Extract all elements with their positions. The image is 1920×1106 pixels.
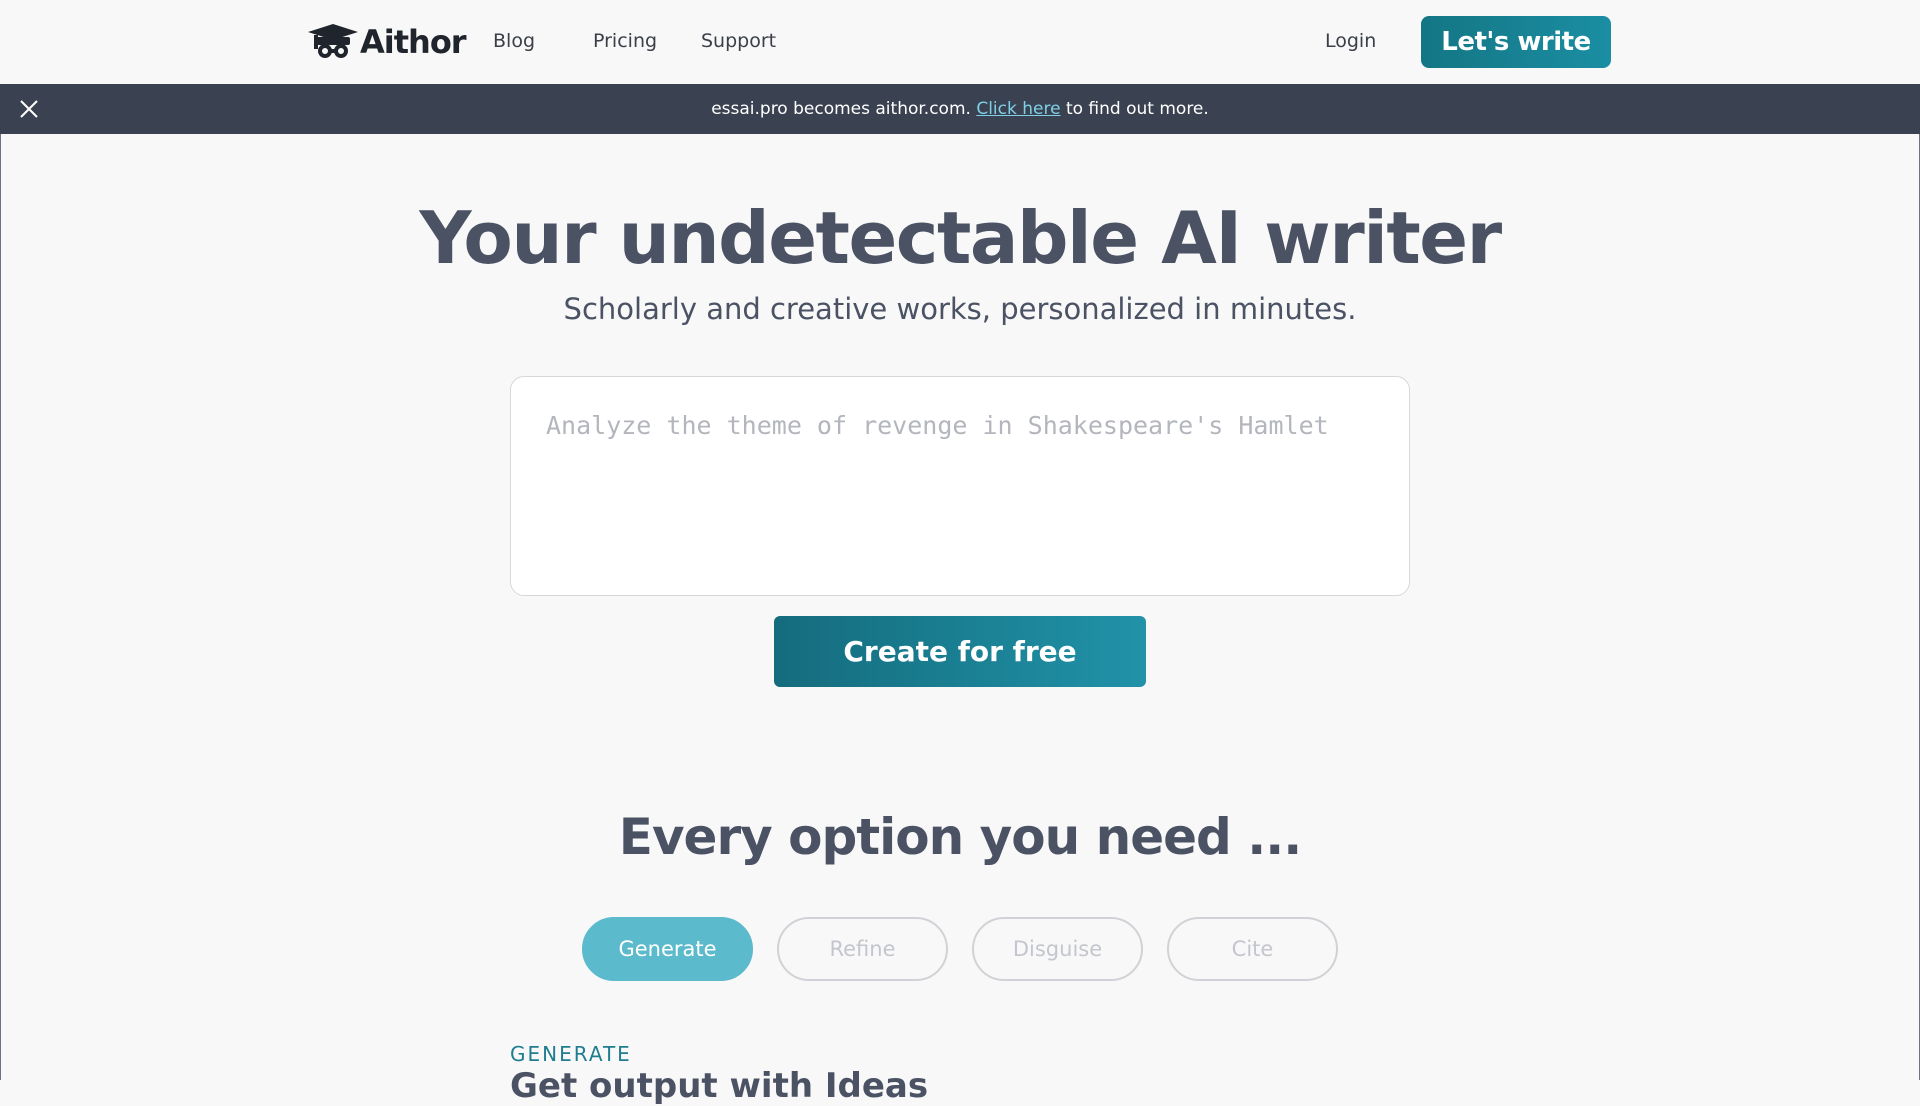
hero-title: Your undetectable AI writer [419,196,1502,280]
hero-subtitle: Scholarly and creative works, personaliz… [563,292,1357,326]
tab-cite[interactable]: Cite [1167,917,1338,981]
nav-pricing-link[interactable]: Pricing [593,30,657,52]
banner-text-before: essai.pro becomes aithor.com. [711,99,977,119]
tab-refine[interactable]: Refine [777,917,948,981]
tab-disguise[interactable]: Disguise [972,917,1143,981]
top-nav: Aithor Blog Pricing Support Login Let's … [0,0,1920,84]
section-heading: Get output with Ideas [510,1066,929,1106]
graduation-cap-mask-icon [308,24,358,58]
close-icon[interactable] [19,99,39,119]
logo-text: Aithor [360,23,467,61]
options-title: Every option you need ... [618,808,1302,866]
announcement-banner: essai.pro becomes aithor.com. Click here… [0,84,1920,134]
prompt-input[interactable] [544,409,1384,569]
tab-generate[interactable]: Generate [582,917,753,981]
prompt-box [510,376,1410,596]
banner-click-here-link[interactable]: Click here [976,99,1060,119]
logo[interactable]: Aithor [308,20,467,64]
banner-text-after: to find out more. [1060,99,1209,119]
login-link[interactable]: Login [1325,30,1376,52]
create-for-free-button[interactable]: Create for free [774,616,1146,687]
lets-write-button[interactable]: Let's write [1421,16,1611,68]
nav-support-link[interactable]: Support [701,30,776,52]
section-eyebrow: GENERATE [510,1042,632,1066]
nav-blog-link[interactable]: Blog [493,30,535,52]
